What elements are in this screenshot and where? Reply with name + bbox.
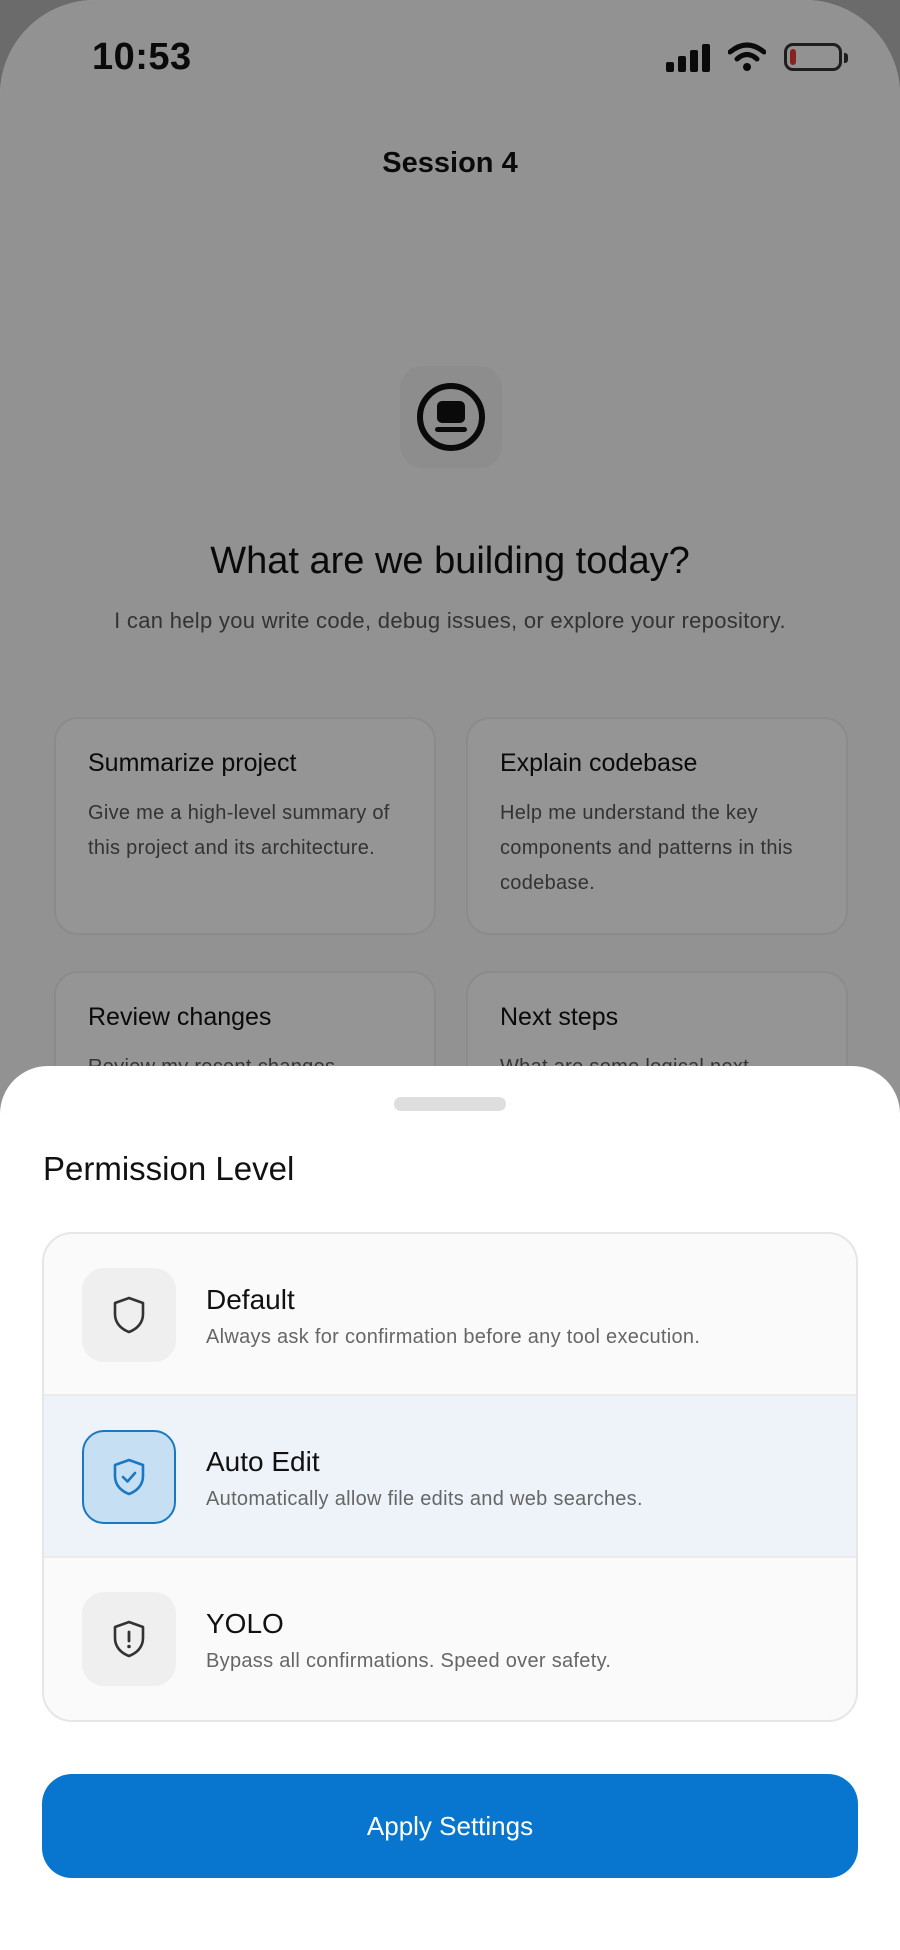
permission-option-default[interactable]: Default Always ask for confirmation befo… <box>44 1234 856 1396</box>
option-description: Always ask for confirmation before any t… <box>206 1326 701 1348</box>
permission-options: Default Always ask for confirmation befo… <box>42 1232 858 1722</box>
option-description: Bypass all confirmations. Speed over saf… <box>206 1650 612 1672</box>
shield-check-icon <box>82 1430 176 1524</box>
option-label: Default <box>206 1284 295 1315</box>
option-label: Auto Edit <box>206 1446 320 1477</box>
shield-icon <box>82 1268 176 1362</box>
permission-sheet: Permission Level Default Always ask for … <box>0 1066 900 1950</box>
permission-option-auto-edit[interactable]: Auto Edit Automatically allow file edits… <box>44 1396 856 1558</box>
sheet-title: Permission Level <box>43 1150 295 1187</box>
permission-option-yolo[interactable]: YOLO Bypass all confirmations. Speed ove… <box>44 1558 856 1720</box>
phone-frame: 10:53 Session 4 What are we building tod… <box>0 0 900 1950</box>
option-description: Automatically allow file edits and web s… <box>206 1488 643 1510</box>
shield-alert-icon <box>82 1592 176 1686</box>
sheet-grabber[interactable] <box>394 1097 506 1111</box>
option-label: YOLO <box>206 1608 284 1639</box>
apply-settings-button[interactable]: Apply Settings <box>42 1774 858 1878</box>
